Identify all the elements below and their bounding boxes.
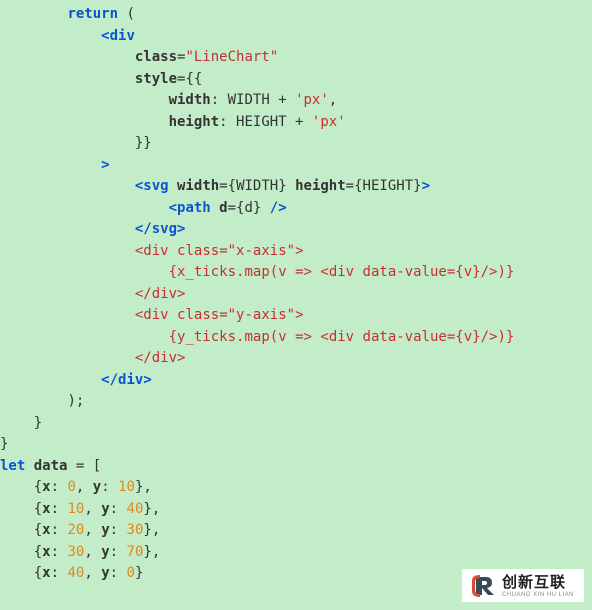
code-block: return ( <div class="LineChart" style={{… [0, 0, 592, 585]
watermark-py: CHUANG XIN HU LIAN [502, 592, 574, 598]
watermark: 创新互联 CHUANG XIN HU LIAN [462, 569, 584, 602]
watermark-text: 创新互联 CHUANG XIN HU LIAN [502, 575, 574, 598]
watermark-logo-icon [470, 573, 496, 599]
watermark-cn: 创新互联 [502, 575, 574, 590]
